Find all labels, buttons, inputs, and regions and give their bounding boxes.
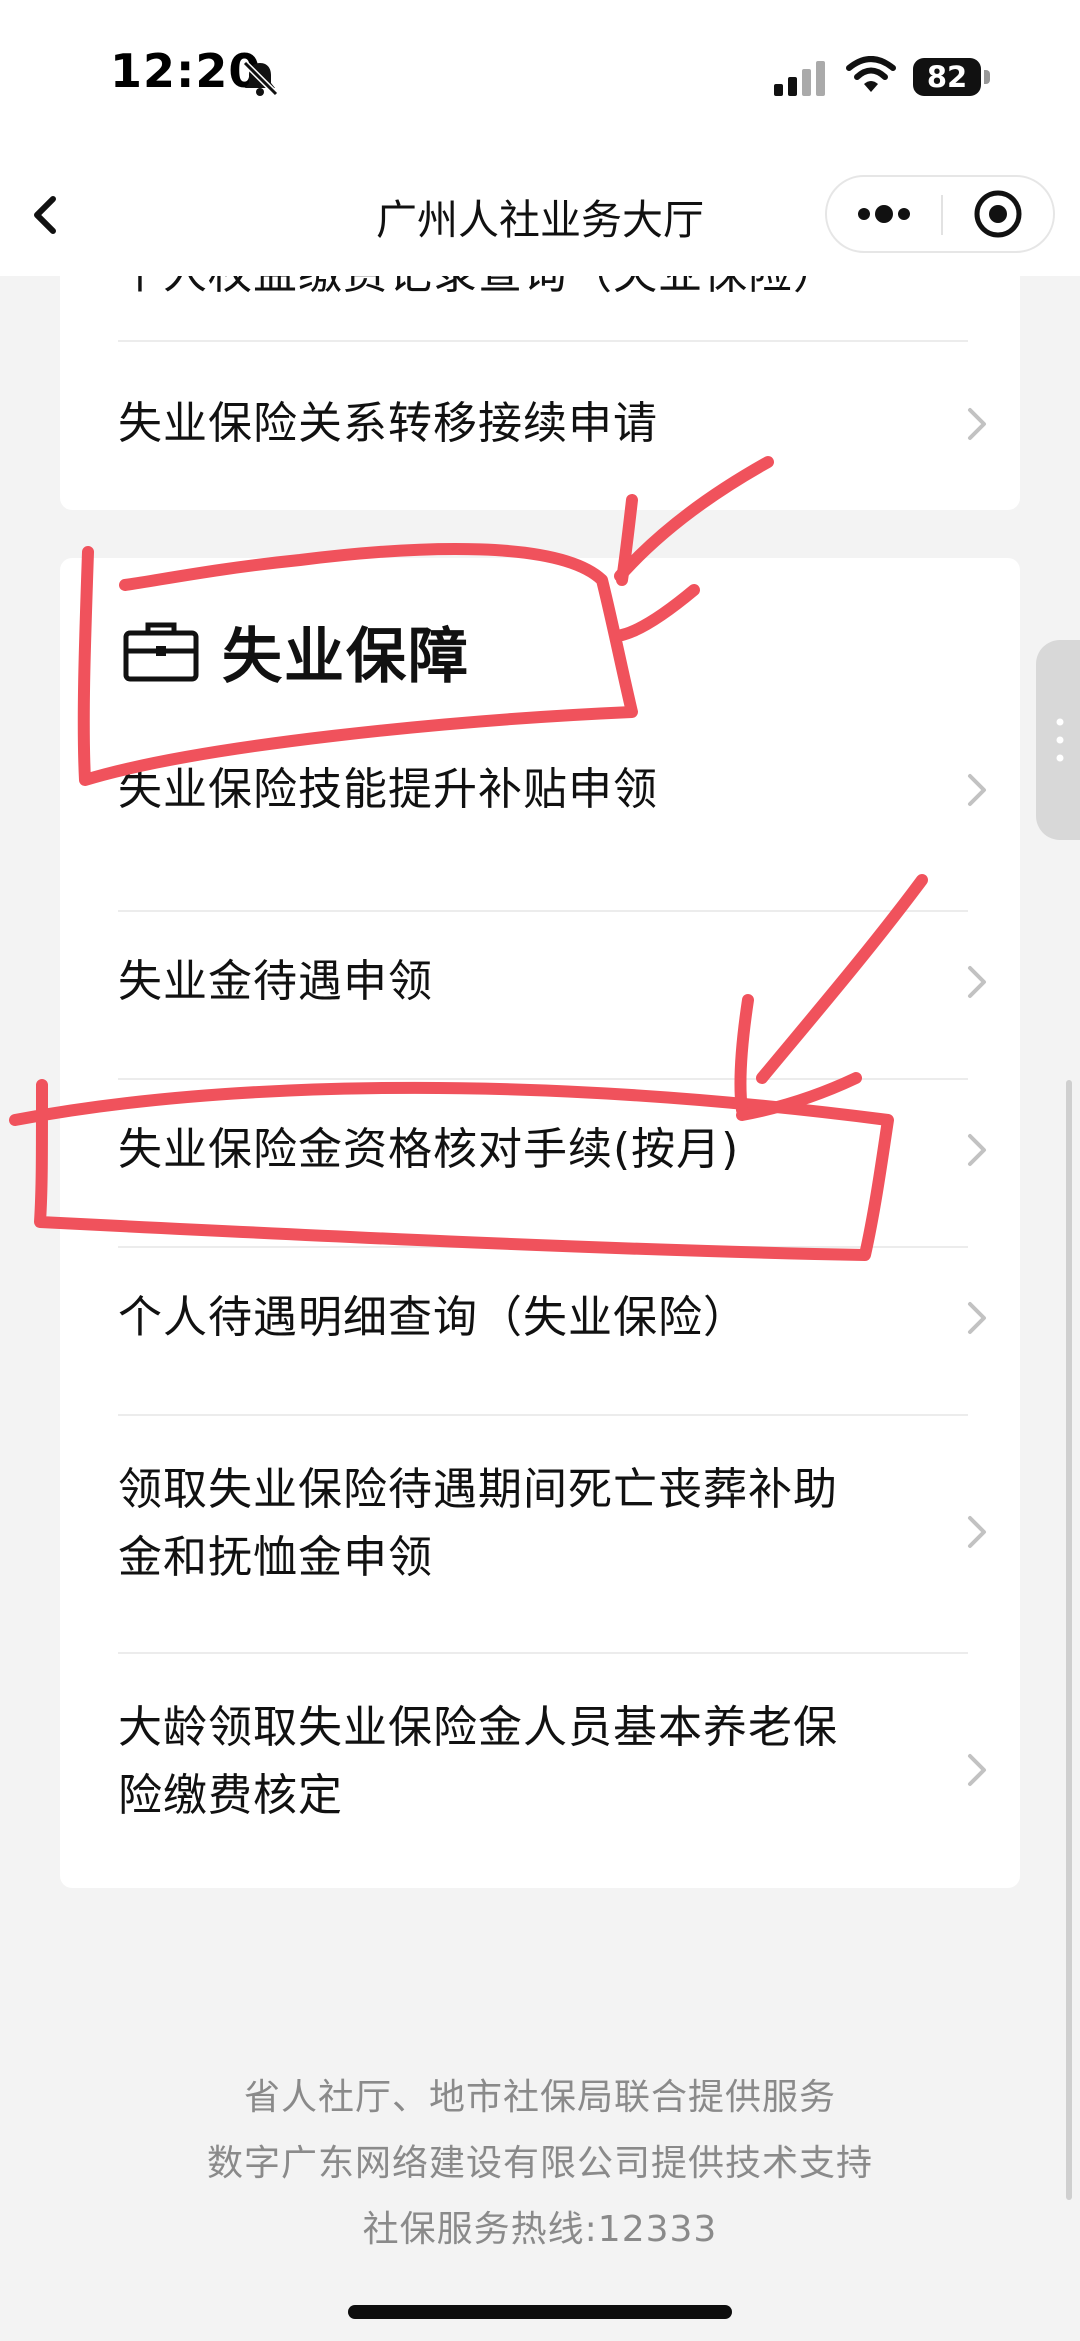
list-item-pension-contribution[interactable]: 大龄领取失业保险金人员基本养老保 险缴费核定 [118, 1654, 1028, 1884]
chevron-right-icon [968, 408, 986, 440]
footer-service-text: 省人社厅、地市社保局联合提供服务 [243, 2077, 836, 2118]
footer-hotline-text: 社保服务热线:12333 [362, 2209, 718, 2250]
more-button[interactable] [827, 177, 941, 251]
back-button[interactable] [10, 180, 80, 250]
list-item-label-line2: 金和抚恤金申领 [118, 1532, 433, 1583]
battery-cap [984, 70, 990, 84]
chevron-right-icon [968, 1302, 986, 1334]
chevron-right-icon [968, 1516, 986, 1548]
section-heading: 失业保障 [122, 606, 470, 696]
page-title: 广州人社业务大厅 [376, 196, 704, 244]
status-bar: 12:20 82 [0, 0, 1080, 150]
list-item-label-line1: 大龄领取失业保险金人员基本养老保 [118, 1702, 838, 1753]
list-item-funeral-subsidy[interactable]: 领取失业保险待遇期间死亡丧葬补助 金和抚恤金申领 [118, 1416, 1028, 1652]
chevron-right-icon [968, 1134, 986, 1166]
chevron-right-icon [968, 774, 986, 806]
list-item-label: 失业保险技能提升补贴申领 [118, 764, 658, 815]
more-dots-icon [858, 205, 910, 223]
list-item-benefit-claim[interactable]: 失业金待遇申领 [118, 912, 1028, 1078]
briefcase-icon [123, 622, 199, 682]
list-item-label: 失业保险金资格核对手续(按月) [118, 1124, 740, 1175]
close-mini-program-button[interactable] [943, 177, 1053, 251]
bell-slash-icon [242, 60, 279, 97]
chevron-right-icon [968, 1754, 986, 1786]
list-item-label-line1: 领取失业保险待遇期间死亡丧葬补助 [118, 1464, 838, 1515]
target-close-icon [974, 190, 1022, 238]
battery-level: 82 [926, 60, 968, 94]
list-item-transfer[interactable]: 失业保险关系转移接续申请 [118, 342, 1028, 508]
home-indicator [348, 2305, 732, 2319]
signal-icon [774, 61, 825, 96]
screen: 个人权益缴费记录查询（失业保险） 失业保险关系转移接续申请 失业保障 失业保险技… [0, 0, 1080, 2341]
list-item-label: 失业金待遇申领 [118, 956, 433, 1007]
status-time: 12:20 [110, 44, 262, 98]
wifi-icon [846, 56, 896, 92]
footer-support-text: 数字广东网络建设有限公司提供技术支持 [206, 2143, 873, 2184]
section-title: 失业保障 [222, 621, 470, 692]
list-item-skill-subsidy[interactable]: 失业保险技能提升补贴申领 [118, 736, 1028, 872]
chevron-right-icon [968, 966, 986, 998]
navigation-bar: 广州人社业务大厅 [0, 150, 1080, 276]
list-item-benefit-details[interactable]: 个人待遇明细查询（失业保险） [118, 1248, 1028, 1414]
list-item-monthly-verification[interactable]: 失业保险金资格核对手续(按月) [118, 1080, 1028, 1246]
list-item-label: 个人待遇明细查询（失业保险） [118, 1292, 748, 1343]
list-item-label: 失业保险关系转移接续申请 [118, 398, 658, 449]
list-item-label-line2: 险缴费核定 [118, 1770, 343, 1821]
battery-icon: 82 [913, 58, 981, 96]
floating-side-handle[interactable] [1036, 640, 1080, 840]
mini-program-capsule [825, 175, 1055, 253]
unemployment-section-card: 失业保障 失业保险技能提升补贴申领 失业金待遇申领 失业保险金资格核对手续(按月… [60, 558, 1020, 1888]
vertical-dots-icon [1056, 718, 1064, 762]
scrollbar[interactable] [1066, 1080, 1072, 2200]
chevron-left-icon [34, 196, 56, 234]
